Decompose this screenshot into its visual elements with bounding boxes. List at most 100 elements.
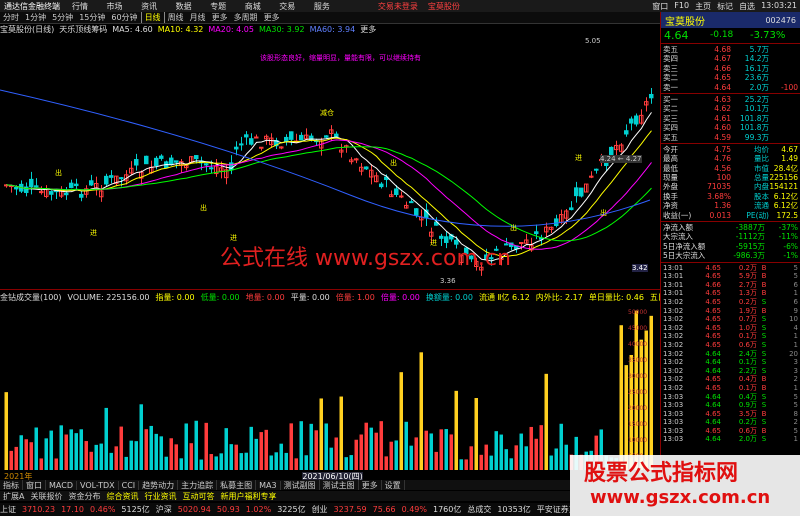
index-sh[interactable]: 上证	[0, 504, 16, 515]
tick-row[interactable]: 13:02 4.64 2.2万 S 3	[661, 367, 800, 376]
tab-test-main[interactable]: 测试主图	[320, 480, 359, 490]
tab-daily[interactable]: 日线	[140, 12, 165, 23]
tab-macd[interactable]: MACD	[46, 480, 77, 490]
tab-more[interactable]: 更多	[209, 12, 231, 23]
tab-60min[interactable]: 60分钟	[108, 12, 140, 23]
tab-related[interactable]: 关联报价	[27, 491, 65, 501]
buy-row[interactable]: 买三 4.61 101.8万	[661, 114, 800, 123]
tick-row[interactable]: 13:02 4.65 0.2万 S 6	[661, 298, 800, 307]
volume-bar	[419, 352, 423, 470]
login-status[interactable]: 交易未登录	[378, 1, 418, 12]
tick-cell: 13:03	[663, 426, 684, 435]
index-cy[interactable]: 创业	[312, 504, 328, 515]
tab-private[interactable]: 私募主图	[217, 480, 257, 490]
tab-monthly[interactable]: 月线	[187, 12, 209, 23]
tick-row[interactable]: 13:02 4.65 1.9万 B 9	[661, 307, 800, 316]
tick-row[interactable]: 13:03 4.64 0.2万 S 2	[661, 418, 800, 427]
tick-row[interactable]: 13:02 4.64 0.1万 S 3	[661, 358, 800, 367]
flow-row: 5日净流入额 -5915万 -6%	[661, 242, 800, 251]
tick-row[interactable]: 13:01 4.65 0.2万 B 5	[661, 264, 800, 273]
volume-chart[interactable]: 50000 45000 40000 35000 30000 25000 20000 15000…	[0, 302, 660, 472]
legend-more[interactable]: 更多	[360, 24, 376, 35]
tab-vol-tdx[interactable]: VOL-TDX	[77, 480, 119, 490]
tick-row[interactable]: 13:03 4.64 0.4万 S 5	[661, 393, 800, 402]
tick-cell: 0.1万	[738, 358, 757, 367]
candle-body	[144, 155, 149, 165]
tab-weekly[interactable]: 周线	[165, 12, 187, 23]
tab-test-sub[interactable]: 测试副图	[281, 480, 320, 490]
tick-row[interactable]: 13:02 4.65 0.1万 B 1	[661, 384, 800, 393]
tick-row[interactable]: 13:02 4.65 0.4万 B 2	[661, 375, 800, 384]
menu-item[interactable]: 专题	[210, 2, 226, 11]
sell-row[interactable]: 卖二 4.65 23.6万	[661, 73, 800, 82]
volume-svg[interactable]: 50000 45000 40000 35000 30000 25000 20000 15000…	[0, 302, 660, 472]
tick-row[interactable]: 13:03 4.65 0.6万 B 5	[661, 427, 800, 436]
tick-row[interactable]: 13:01 4.65 1.3万 B 1	[661, 289, 800, 298]
tick-cell: 1.3万	[738, 289, 757, 298]
tick-row[interactable]: 13:03 4.64 2.0万 S 1	[661, 435, 800, 444]
tick-cell: 13:02	[663, 297, 684, 306]
tab-5min[interactable]: 5分钟	[49, 12, 76, 23]
tick-row[interactable]: 13:03 4.64 0.9万 S 5	[661, 401, 800, 410]
menu-item[interactable]: 服务	[314, 2, 330, 11]
volume-bar	[189, 443, 193, 470]
index-sz[interactable]: 沪深	[156, 504, 172, 515]
menu-item[interactable]: 行情	[72, 2, 88, 11]
tab-ext-a[interactable]: 扩展A	[0, 491, 27, 501]
tab-welfare[interactable]: 新用户福利专享	[217, 491, 279, 501]
buy-row[interactable]: 买五 4.59 99.3万	[661, 133, 800, 142]
sell-row[interactable]: 卖三 4.66 16.1万	[661, 64, 800, 73]
volume-bar	[519, 433, 523, 470]
tick-list[interactable]: 13:01 4.65 0.2万 B 5 13:01 4.65 5.9万 B 5 13:01 4.66 2…	[661, 264, 800, 444]
tab-ma3[interactable]: MA3	[256, 480, 281, 490]
sell-row[interactable]: 卖一 4.64 2.0万 -100	[661, 83, 800, 92]
date-axis: 2021年 2021/06/10(四)	[0, 472, 660, 480]
tab-more-2[interactable]: 更多	[261, 12, 283, 23]
tab-trend[interactable]: 趋势动力	[139, 480, 179, 490]
tab-indicator[interactable]: 指标	[0, 480, 23, 490]
watermark-title: 股票公式指标网	[584, 461, 739, 486]
tab-news[interactable]: 综合资讯	[103, 491, 141, 501]
tab-settings[interactable]: 设置	[382, 480, 405, 490]
buy-row[interactable]: 买四 4.60 101.8万	[661, 123, 800, 132]
buy-row[interactable]: 买二 4.62 10.1万	[661, 104, 800, 113]
tab-cci[interactable]: CCI	[119, 480, 140, 490]
menu-item[interactable]: 市场	[107, 2, 123, 11]
tab-1min[interactable]: 1分钟	[22, 12, 49, 23]
tick-row[interactable]: 13:02 4.65 0.6万 S 1	[661, 341, 800, 350]
tick-row[interactable]: 13:02 4.64 2.4万 S 20	[661, 350, 800, 359]
tab-more[interactable]: 更多	[359, 480, 382, 490]
menu-item[interactable]: 资讯	[141, 2, 157, 11]
menu-item[interactable]: 交易	[279, 2, 295, 11]
sell-row[interactable]: 卖五 4.68 5.7万	[661, 45, 800, 54]
menu-mark[interactable]: 标记	[717, 1, 733, 12]
indicator-name[interactable]: 天乐顶线筹码	[59, 24, 107, 35]
menu-item[interactable]: 商城	[245, 2, 261, 11]
sell-row[interactable]: 卖四 4.67 14.2万	[661, 54, 800, 63]
candle-body	[409, 201, 414, 204]
tick-row[interactable]: 13:02 4.65 1.0万 S 4	[661, 324, 800, 333]
tick-row[interactable]: 13:03 4.65 3.5万 B 8	[661, 410, 800, 419]
tab-main-force[interactable]: 主力追踪	[178, 480, 218, 490]
tab-window[interactable]: 窗口	[23, 480, 46, 490]
tab-multi-period[interactable]: 多周期	[231, 12, 261, 23]
tab-qa[interactable]: 互动可答	[179, 491, 217, 501]
tab-industry[interactable]: 行业资讯	[141, 491, 179, 501]
menu-item[interactable]: 数据	[176, 2, 192, 11]
tick-row[interactable]: 13:02 4.65 0.7万 S 10	[661, 315, 800, 324]
buy-row[interactable]: 买一 4.63 25.2万	[661, 95, 800, 104]
vol-indicator-name[interactable]: 金钻成交量(100)	[0, 292, 62, 302]
menu-watchlist[interactable]: 自选	[739, 1, 755, 12]
tick-row[interactable]: 13:02 4.65 0.1万 S 1	[661, 332, 800, 341]
tab-15min[interactable]: 15分钟	[76, 12, 108, 23]
tab-timeshare[interactable]: 分时	[0, 12, 22, 23]
tick-row[interactable]: 13:01 4.65 5.9万 B 5	[661, 272, 800, 281]
menu-f10[interactable]: F10	[674, 1, 689, 12]
candle-body	[39, 191, 44, 194]
volume-bar	[89, 451, 93, 470]
menu-home[interactable]: 主页	[695, 1, 711, 12]
tick-row[interactable]: 13:01 4.66 2.7万 B 6	[661, 281, 800, 290]
main-menu[interactable]: 行情 市场 资讯 数据 专题 商城 交易 服务	[64, 1, 338, 12]
menu-window[interactable]: 窗口	[652, 1, 668, 12]
tab-fund-dist[interactable]: 资金分布	[65, 491, 103, 501]
